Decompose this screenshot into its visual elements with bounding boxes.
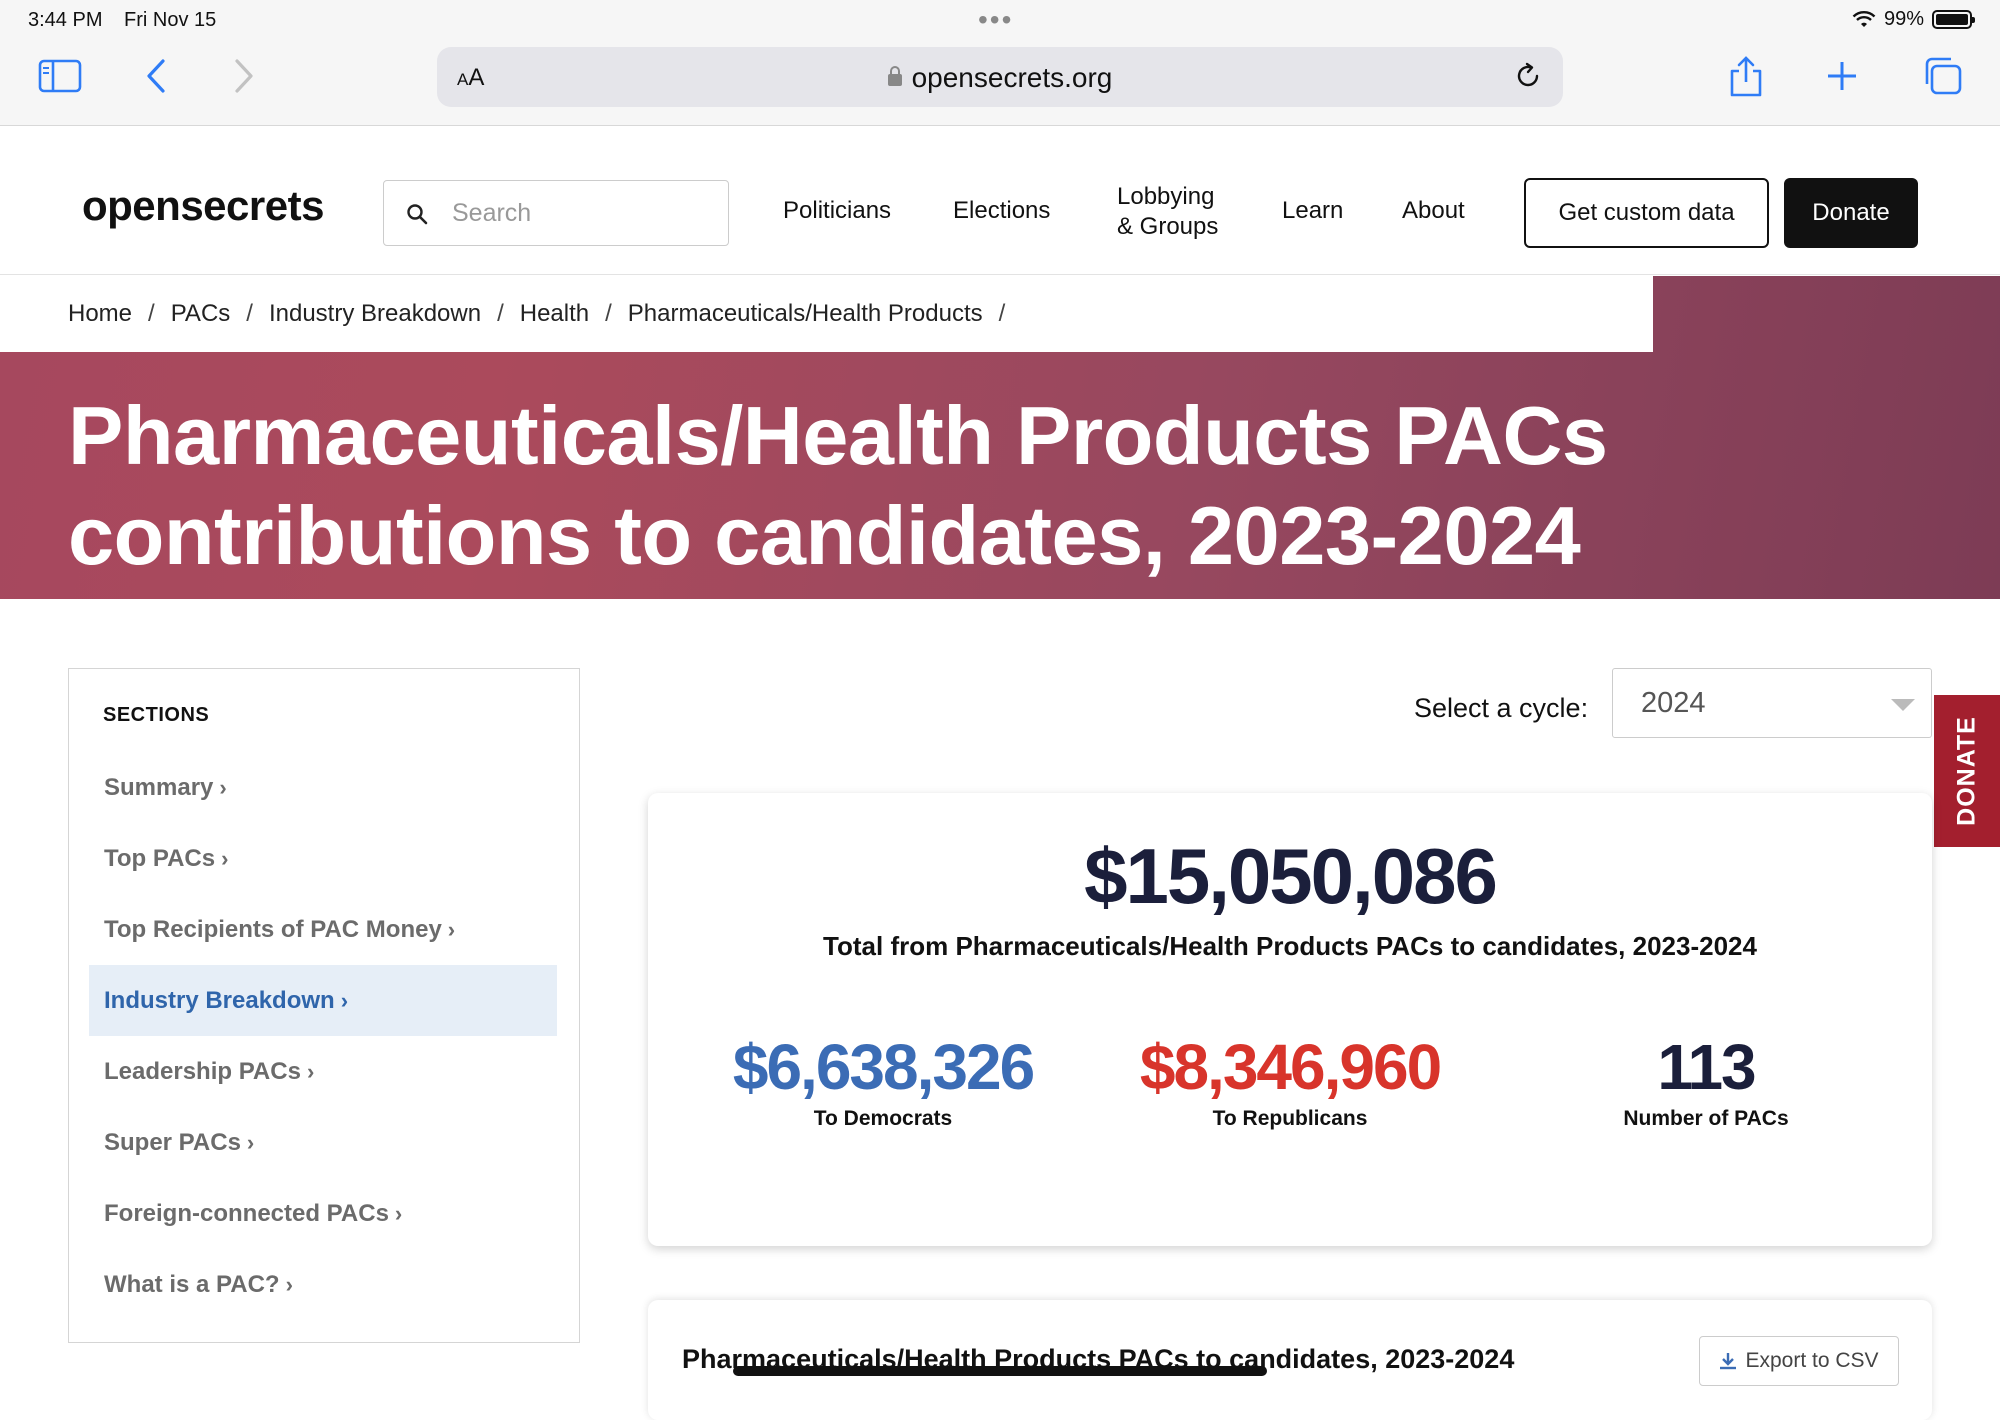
- sidebar-item-top-pacs[interactable]: Top PACs ›: [89, 823, 557, 894]
- pac-count: 113: [1657, 1031, 1756, 1103]
- tabs-overview-icon[interactable]: [1920, 54, 1964, 98]
- sidebar-item-leadership-pacs[interactable]: Leadership PACs ›: [89, 1036, 557, 1107]
- breadcrumb-pacs[interactable]: PACs: [171, 300, 231, 327]
- breadcrumb-home[interactable]: Home: [68, 300, 132, 327]
- battery-percent: 99%: [1883, 8, 1924, 30]
- download-icon: [1720, 1353, 1737, 1370]
- back-icon[interactable]: [138, 54, 174, 98]
- page-title: Pharmaceuticals/Health Products PACs con…: [68, 386, 1768, 586]
- page-title-line2: contributions to candidates, 2023-2024: [68, 489, 1581, 582]
- sidebar-item-industry-breakdown[interactable]: Industry Breakdown ›: [89, 965, 557, 1036]
- status-date: Fri Nov 15: [124, 9, 217, 31]
- pac-count-label: Number of PACs: [1623, 1107, 1789, 1130]
- sidebar-toggle-icon[interactable]: [36, 54, 84, 98]
- republicans-amount: $8,346,960: [1139, 1031, 1442, 1103]
- wifi-icon: [1852, 10, 1876, 27]
- nav-lobbying-groups[interactable]: Lobbying & Groups: [1117, 182, 1218, 242]
- cycle-select-value: 2024: [1641, 687, 1706, 719]
- nav-elections[interactable]: Elections: [953, 196, 1050, 226]
- opensecrets-logo[interactable]: opensecrets: [82, 182, 324, 230]
- breadcrumb-health[interactable]: Health: [520, 300, 589, 327]
- search-box[interactable]: [383, 180, 729, 246]
- status-bar: 3:44 PM Fri Nov 15 ••• 99%: [0, 0, 2000, 40]
- get-custom-data-button[interactable]: Get custom data: [1524, 178, 1769, 248]
- address-bar[interactable]: AA opensecrets.org: [437, 47, 1563, 107]
- status-right: 99%: [1852, 8, 1975, 31]
- chevron-right-icon: ›: [447, 917, 456, 942]
- cycle-select[interactable]: 2024: [1612, 668, 1932, 738]
- battery-icon: [1932, 10, 1975, 29]
- reload-icon[interactable]: [1513, 61, 1543, 96]
- pac-count-stat: 113 Number of PACs: [1496, 1033, 1916, 1131]
- donate-side-tab[interactable]: DONATE: [1934, 695, 2000, 847]
- breadcrumb-industry-breakdown[interactable]: Industry Breakdown: [269, 300, 481, 327]
- sidebar-heading: SECTIONS: [103, 704, 210, 726]
- chevron-right-icon: ›: [219, 775, 227, 800]
- search-input[interactable]: [452, 193, 712, 233]
- republicans-label: To Republicans: [1212, 1107, 1368, 1130]
- nav-about[interactable]: About: [1402, 196, 1465, 226]
- total-label: Total from Pharmaceuticals/Health Produc…: [823, 931, 1757, 961]
- chevron-right-icon: ›: [285, 1272, 293, 1297]
- browser-toolbar: AA opensecrets.org: [0, 40, 2000, 126]
- chevron-right-icon: ›: [340, 988, 349, 1013]
- total-amount: $15,050,086: [1084, 832, 1498, 920]
- cycle-label: Select a cycle:: [1414, 693, 1589, 723]
- breadcrumb: Home / PACs / Industry Breakdown / Health / Phar…: [0, 276, 1653, 352]
- url-text: opensecrets.org: [437, 62, 1563, 94]
- page-hero: Home / PACs / Industry Breakdown / Health / Phar…: [0, 276, 2000, 599]
- chevron-right-icon: ›: [394, 1201, 403, 1226]
- new-tab-icon[interactable]: [1822, 54, 1862, 98]
- search-icon: [406, 203, 428, 230]
- site-header: opensecrets Politicians Elections Lobbyi…: [0, 127, 2000, 275]
- nav-learn[interactable]: Learn: [1282, 196, 1343, 226]
- chevron-right-icon: ›: [246, 1130, 255, 1155]
- share-icon[interactable]: [1724, 54, 1768, 98]
- sections-sidebar: SECTIONS Summary › Top PACs › Top Recipien…: [68, 668, 580, 1343]
- export-csv-button[interactable]: Export to CSV: [1699, 1336, 1899, 1386]
- sidebar-item-what-is-a-pac[interactable]: What is a PAC? ›: [89, 1249, 557, 1320]
- multitasking-dots-icon[interactable]: •••: [978, 4, 1013, 36]
- democrats-label: To Democrats: [813, 1107, 953, 1130]
- chevron-right-icon: ›: [221, 846, 229, 871]
- sidebar-item-top-recipients[interactable]: Top Recipients of PAC Money ›: [89, 894, 557, 965]
- nav-lobbying-line2: & Groups: [1117, 213, 1219, 240]
- chevron-down-icon: [1891, 699, 1915, 711]
- status-time: 3:44 PM: [28, 9, 103, 31]
- chevron-right-icon: ›: [306, 1059, 315, 1084]
- nav-politicians[interactable]: Politicians: [783, 196, 891, 226]
- democrats-stat: $6,638,326 To Democrats: [673, 1033, 1093, 1131]
- sidebar-item-summary[interactable]: Summary ›: [89, 752, 557, 823]
- nav-lobbying-line1: Lobbying: [1117, 183, 1215, 210]
- sidebar-item-foreign-connected-pacs[interactable]: Foreign-connected PACs ›: [89, 1178, 557, 1249]
- home-indicator[interactable]: [733, 1366, 1267, 1376]
- forward-icon[interactable]: [226, 54, 262, 98]
- republicans-stat: $8,346,960 To Republicans: [1080, 1033, 1500, 1131]
- summary-card: $15,050,086 Total from Pharmaceuticals/H…: [648, 793, 1932, 1246]
- democrats-amount: $6,638,326: [732, 1031, 1035, 1103]
- lock-icon: [887, 66, 902, 86]
- breadcrumb-pharmaceuticals[interactable]: Pharmaceuticals/Health Products: [628, 300, 983, 327]
- table-card: Pharmaceuticals/Health Products PACs to …: [648, 1300, 1932, 1420]
- donate-button[interactable]: Donate: [1784, 178, 1918, 248]
- sidebar-item-super-pacs[interactable]: Super PACs ›: [89, 1107, 557, 1178]
- page-title-line1: Pharmaceuticals/Health Products PACs: [68, 389, 1608, 482]
